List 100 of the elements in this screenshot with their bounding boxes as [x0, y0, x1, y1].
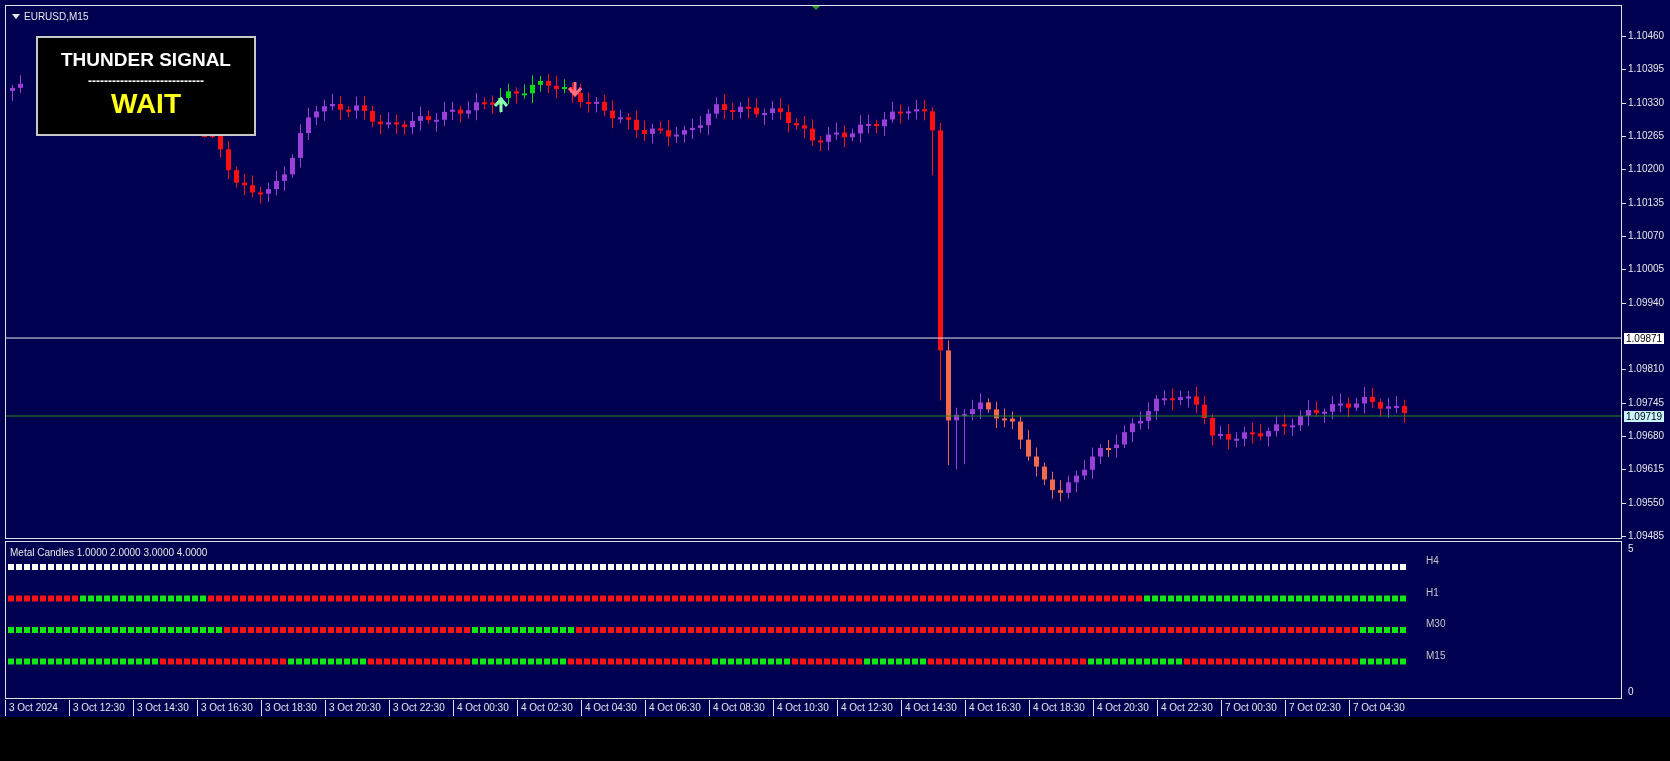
- candle: [226, 140, 231, 180]
- time-label: 7 Oct 04:30: [1349, 700, 1413, 716]
- candle: [1066, 474, 1071, 499]
- price-label: 1.10135: [1628, 196, 1665, 209]
- candle: [794, 118, 799, 131]
- candle: [410, 111, 415, 135]
- candle: [914, 99, 919, 120]
- candle: [1162, 389, 1167, 406]
- candle: [1114, 434, 1119, 459]
- candle: [1402, 399, 1407, 424]
- candle: [778, 97, 783, 121]
- candle: [874, 119, 879, 134]
- divider-text: -----------------------------: [88, 74, 204, 87]
- candle: [898, 104, 903, 124]
- candle: [258, 186, 263, 204]
- candle: [962, 408, 967, 465]
- candle: [1178, 390, 1183, 406]
- candle: [1290, 418, 1295, 437]
- time-label: 4 Oct 04:30: [581, 700, 645, 716]
- candle: [1362, 386, 1367, 414]
- candle: [1258, 423, 1263, 442]
- candle: [370, 105, 375, 128]
- price-label: 1.09485: [1628, 530, 1665, 542]
- candle: [826, 126, 831, 151]
- candle: [290, 153, 295, 179]
- price-label: 1.09810: [1628, 363, 1665, 376]
- candle: [970, 399, 975, 421]
- candle: [346, 105, 351, 118]
- timeframe-label: M15: [1426, 648, 1446, 663]
- candle: [514, 86, 519, 104]
- time-label: 3 Oct 22:30: [389, 700, 453, 716]
- time-label: 3 Oct 18:30: [261, 700, 325, 716]
- candle: [994, 401, 999, 429]
- candle: [746, 96, 751, 119]
- candle: [906, 106, 911, 121]
- candle: [474, 92, 479, 121]
- candle: [634, 110, 639, 139]
- candle: [1194, 386, 1199, 414]
- candle: [866, 114, 871, 135]
- candle: [506, 83, 511, 105]
- candle: [978, 392, 983, 420]
- time-label: 4 Oct 00:30: [453, 700, 517, 716]
- candle: [1186, 390, 1191, 408]
- candle: [810, 118, 815, 147]
- candle: [1106, 439, 1111, 458]
- candle: [354, 96, 359, 120]
- price-label: 1.09745: [1628, 396, 1665, 409]
- price-marker: 1.09719: [1624, 411, 1665, 422]
- candle: [1098, 443, 1103, 465]
- candle: [586, 92, 591, 114]
- candle: [362, 95, 367, 121]
- candle: [1074, 469, 1079, 493]
- candle: [322, 99, 327, 122]
- candle: [386, 112, 391, 130]
- candle: [426, 110, 431, 124]
- candle: [698, 115, 703, 134]
- candle: [754, 97, 759, 119]
- candle: [722, 93, 727, 120]
- candle: [1354, 397, 1359, 412]
- candle: [1266, 427, 1271, 447]
- candle: [786, 104, 791, 133]
- candle: [890, 101, 895, 124]
- scale-label: 5: [1628, 543, 1634, 555]
- timeframe-label: H1: [1426, 585, 1439, 600]
- candle: [1050, 471, 1055, 500]
- time-label: 4 Oct 20:30: [1093, 700, 1157, 716]
- timeframe-label: M30: [1426, 617, 1446, 631]
- candle: [1058, 479, 1063, 502]
- signal-status: WAIT: [111, 86, 181, 121]
- candle: [674, 126, 679, 144]
- candle: [394, 114, 399, 135]
- candle: [450, 101, 455, 121]
- price-marker: 1.09871: [1624, 333, 1665, 345]
- dropdown-icon[interactable]: [12, 14, 20, 19]
- price-label: 1.10395: [1628, 63, 1665, 76]
- time-label: 7 Oct 00:30: [1221, 700, 1285, 716]
- time-label: 4 Oct 18:30: [1029, 700, 1093, 716]
- candle: [538, 75, 543, 93]
- candle: [642, 120, 647, 142]
- time-label: 4 Oct 12:30: [837, 700, 901, 716]
- candle: [1274, 415, 1279, 438]
- candle: [1370, 387, 1375, 409]
- candle: [818, 135, 823, 152]
- candle: [850, 128, 855, 142]
- candle: [1202, 395, 1207, 425]
- candle: [650, 123, 655, 145]
- price-label: 1.09615: [1628, 463, 1665, 476]
- candle: [1170, 387, 1175, 411]
- time-label: 3 Oct 2024: [5, 700, 69, 716]
- candle: [338, 95, 343, 121]
- price-label: 1.10070: [1628, 230, 1665, 242]
- candle: [770, 100, 775, 121]
- candle: [490, 95, 495, 115]
- candle: [1242, 426, 1247, 447]
- candle: [986, 397, 991, 414]
- candle: [274, 170, 279, 196]
- candle: [234, 166, 239, 188]
- candle: [578, 83, 583, 109]
- candle: [1314, 400, 1319, 418]
- time-label: 4 Oct 10:30: [773, 700, 837, 716]
